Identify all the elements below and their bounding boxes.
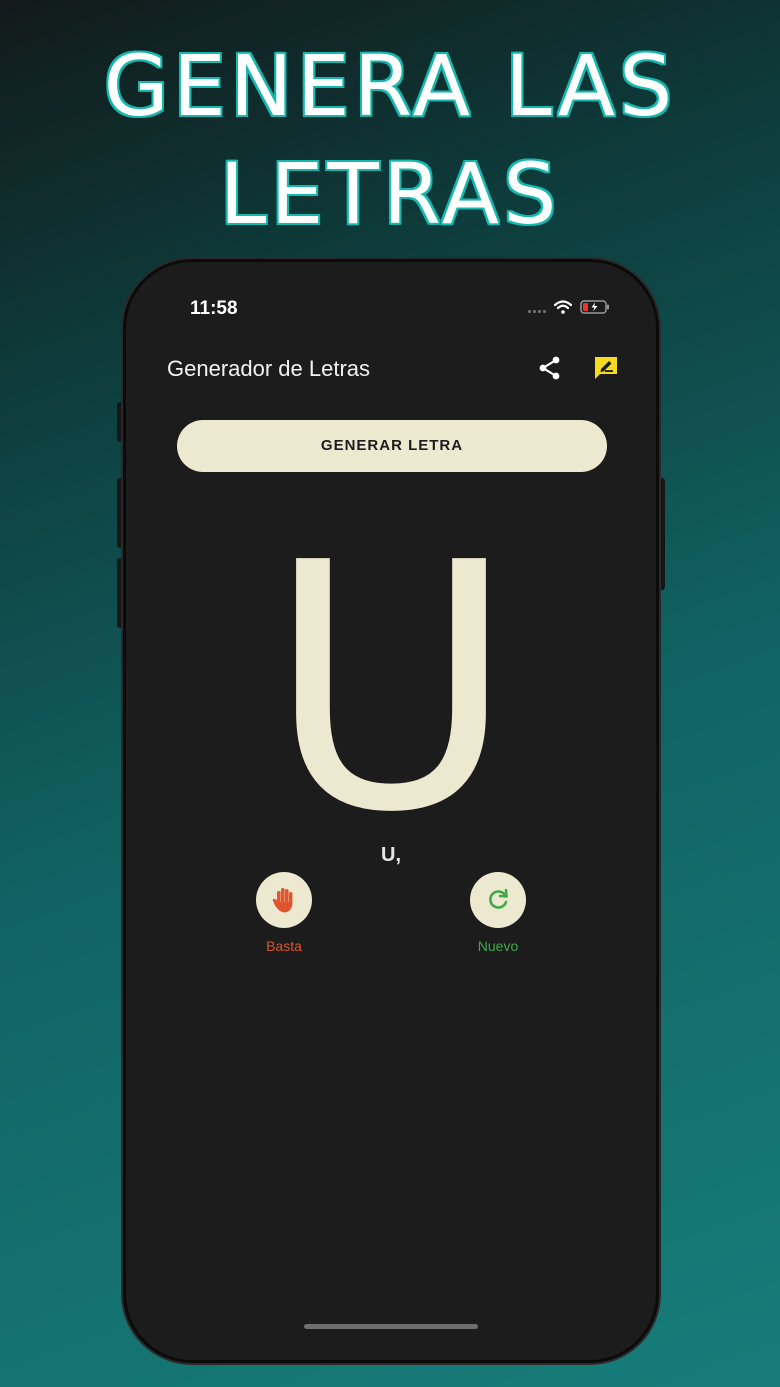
current-letter: U xyxy=(266,491,516,887)
share-button[interactable] xyxy=(536,354,564,382)
wifi-icon xyxy=(554,300,572,314)
stop-action[interactable]: Basta xyxy=(244,872,324,954)
new-label: Nuevo xyxy=(477,938,519,954)
new-button[interactable] xyxy=(470,872,526,928)
promo-headline-line-2: LETRAS xyxy=(219,145,561,243)
new-action[interactable]: Nuevo xyxy=(458,872,538,954)
feedback-button[interactable] xyxy=(592,354,620,382)
refresh-icon xyxy=(489,888,508,909)
generate-letter-button[interactable]: GENERAR LETRA xyxy=(177,420,607,472)
stop-label: Basta xyxy=(266,938,302,954)
home-indicator[interactable] xyxy=(304,1324,478,1329)
feedback-note-icon xyxy=(595,357,617,379)
promo-headline: GENERA LAS LETRAS xyxy=(0,32,780,248)
status-icons xyxy=(528,300,610,314)
status-time: 11:58 xyxy=(190,298,238,319)
cellular-dots-icon xyxy=(528,309,546,313)
share-icon xyxy=(539,356,560,380)
app-title: Generador de Letras xyxy=(167,356,371,381)
phone-frame: 11:58 Generador de Letras GENERAR LETRA … xyxy=(126,262,656,1360)
hand-stop-icon xyxy=(272,888,293,913)
phone-power-button xyxy=(655,478,665,590)
battery-low-charging-icon xyxy=(580,300,609,314)
letter-history: U, xyxy=(381,844,401,866)
promo-headline-line-1: GENERA LAS xyxy=(103,37,677,135)
stop-button[interactable] xyxy=(256,872,312,928)
